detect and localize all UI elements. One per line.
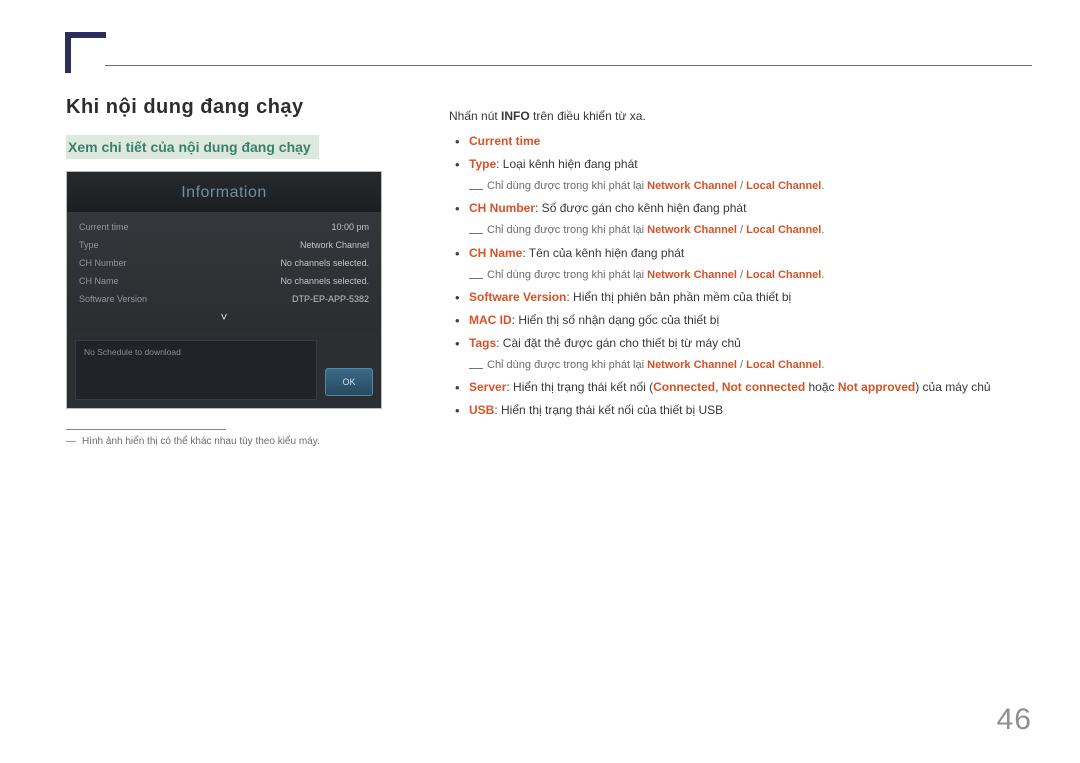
section-title: Khi nội dung đang chạy: [66, 96, 406, 119]
subnote-text: Chỉ dùng được trong khi phát lại: [487, 359, 647, 371]
list-item: CH Number: Số được gán cho kênh hiện đan…: [449, 198, 1039, 219]
info-key: Software Version: [79, 294, 147, 304]
item-text: : Hiển thị trạng thái kết nối (: [506, 380, 653, 394]
list-item: Current time: [449, 131, 1039, 152]
page: Khi nội dung đang chạy Xem chi tiết của …: [0, 0, 1080, 763]
item-text: : Hiển thị số nhận dạng gốc của thiết bị: [512, 313, 719, 327]
list-item: MAC ID: Hiển thị số nhận dạng gốc của th…: [449, 310, 1039, 331]
detail-list: CH Number: Số được gán cho kênh hiện đan…: [449, 198, 1039, 219]
info-row: Type Network Channel: [73, 236, 375, 254]
item-text: hoặc: [805, 380, 838, 394]
subnote-text: Chỉ dùng được trong khi phát lại: [487, 180, 647, 192]
information-panel: Information Current time 10:00 pm Type Net…: [66, 171, 382, 409]
emphasis: Tags: [469, 336, 496, 350]
item-text: : Số được gán cho kênh hiện đang phát: [535, 201, 746, 215]
emphasis: Network Channel: [647, 224, 737, 236]
information-panel-body: Current time 10:00 pm Type Network Channel…: [67, 212, 381, 332]
list-item: CH Name: Tên của kênh hiện đang phát: [449, 243, 1039, 264]
period: .: [821, 180, 824, 192]
subnote-text: Chỉ dùng được trong khi phát lại: [487, 269, 647, 281]
page-number: 46: [997, 703, 1032, 737]
period: .: [821, 359, 824, 371]
information-panel-title: Information: [67, 172, 381, 212]
ok-button[interactable]: OK: [325, 368, 373, 396]
emphasis: CH Number: [469, 201, 535, 215]
subnote: ―Chỉ dùng được trong khi phát lại Networ…: [449, 221, 1039, 240]
info-key: Type: [79, 240, 99, 250]
intro-line: Nhấn nút INFO trên điều khiển từ xa.: [449, 106, 1039, 127]
list-item: Tags: Cài đặt thẻ được gán cho thiết bị …: [449, 333, 1039, 354]
info-key: CH Number: [79, 258, 127, 268]
info-value: Network Channel: [300, 240, 369, 250]
period: .: [821, 269, 824, 281]
subnote: ―Chỉ dùng được trong khi phát lại Networ…: [449, 177, 1039, 196]
information-panel-footer: No Schedule to download OK: [67, 332, 381, 408]
detail-list: CH Name: Tên của kênh hiện đang phát: [449, 243, 1039, 264]
footnote-text: Hình ảnh hiển thị có thể khác nhau tùy t…: [82, 436, 320, 447]
emphasis: Current time: [469, 134, 540, 148]
chevron-down-icon[interactable]: ˅: [73, 308, 375, 328]
info-key: Current time: [79, 222, 129, 232]
emphasis: Type: [469, 157, 496, 171]
emphasis: Not connected: [722, 380, 805, 394]
emphasis: MAC ID: [469, 313, 512, 327]
emphasis: USB: [469, 403, 494, 417]
emphasis: Connected: [653, 380, 715, 394]
info-key: CH Name: [79, 276, 119, 286]
detail-list: Current time Type: Loại kênh hiện đang p…: [449, 131, 1039, 175]
sep: /: [737, 269, 746, 281]
corner-ornament: [65, 32, 106, 73]
intro-prefix: Nhấn nút: [449, 109, 501, 123]
left-column: Khi nội dung đang chạy Xem chi tiết của …: [66, 96, 406, 447]
emphasis: Local Channel: [746, 180, 821, 192]
info-row: CH Number No channels selected.: [73, 254, 375, 272]
emphasis: Server: [469, 380, 506, 394]
subnote: ―Chỉ dùng được trong khi phát lại Networ…: [449, 356, 1039, 375]
period: .: [821, 224, 824, 236]
item-text: ,: [715, 380, 722, 394]
item-text: : Hiển thị phiên bản phần mềm của thiết …: [566, 290, 791, 304]
info-value: 10:00 pm: [331, 222, 369, 232]
detail-list: Server: Hiển thị trạng thái kết nối (Con…: [449, 377, 1039, 421]
sep: /: [737, 224, 746, 236]
schedule-box: No Schedule to download: [75, 340, 317, 400]
ok-slot: OK: [325, 340, 373, 400]
section-subtitle: Xem chi tiết của nội dung đang chạy: [66, 135, 319, 159]
emphasis: Local Channel: [746, 359, 821, 371]
item-text: : Hiển thị trạng thái kết nối của thiết …: [494, 403, 723, 417]
item-text: ) của máy chủ: [915, 380, 990, 394]
emphasis: Network Channel: [647, 180, 737, 192]
list-item: Server: Hiển thị trạng thái kết nối (Con…: [449, 377, 1039, 398]
item-text: : Loại kênh hiện đang phát: [496, 157, 637, 171]
list-item: Software Version: Hiển thị phiên bản phầ…: [449, 287, 1039, 308]
sep: /: [737, 180, 746, 192]
top-rule: [105, 65, 1032, 66]
emphasis: CH Name: [469, 246, 522, 260]
info-value: No channels selected.: [280, 258, 369, 268]
emphasis: Not approved: [838, 380, 915, 394]
footnote-separator: [66, 429, 226, 430]
list-item: Type: Loại kênh hiện đang phát: [449, 154, 1039, 175]
info-row: CH Name No channels selected.: [73, 272, 375, 290]
footnote: ―Hình ảnh hiển thị có thể khác nhau tùy …: [66, 436, 406, 447]
emphasis: Local Channel: [746, 224, 821, 236]
subnote: ―Chỉ dùng được trong khi phát lại Networ…: [449, 266, 1039, 285]
sep: /: [737, 359, 746, 371]
intro-bold: INFO: [501, 109, 530, 123]
right-column: Nhấn nút INFO trên điều khiển từ xa. Cur…: [449, 106, 1039, 423]
list-item: USB: Hiển thị trạng thái kết nối của thi…: [449, 400, 1039, 421]
detail-list: Software Version: Hiển thị phiên bản phầ…: [449, 287, 1039, 354]
emphasis: Network Channel: [647, 269, 737, 281]
info-value: DTP-EP-APP-5382: [292, 294, 369, 304]
emphasis: Software Version: [469, 290, 566, 304]
subnote-text: Chỉ dùng được trong khi phát lại: [487, 224, 647, 236]
emphasis: Network Channel: [647, 359, 737, 371]
emphasis: Local Channel: [746, 269, 821, 281]
item-text: : Cài đặt thẻ được gán cho thiết bị từ m…: [496, 336, 741, 350]
info-value: No channels selected.: [280, 276, 369, 286]
item-text: : Tên của kênh hiện đang phát: [522, 246, 684, 260]
intro-suffix: trên điều khiển từ xa.: [530, 109, 646, 123]
info-row: Software Version DTP-EP-APP-5382: [73, 290, 375, 308]
info-row: Current time 10:00 pm: [73, 218, 375, 236]
